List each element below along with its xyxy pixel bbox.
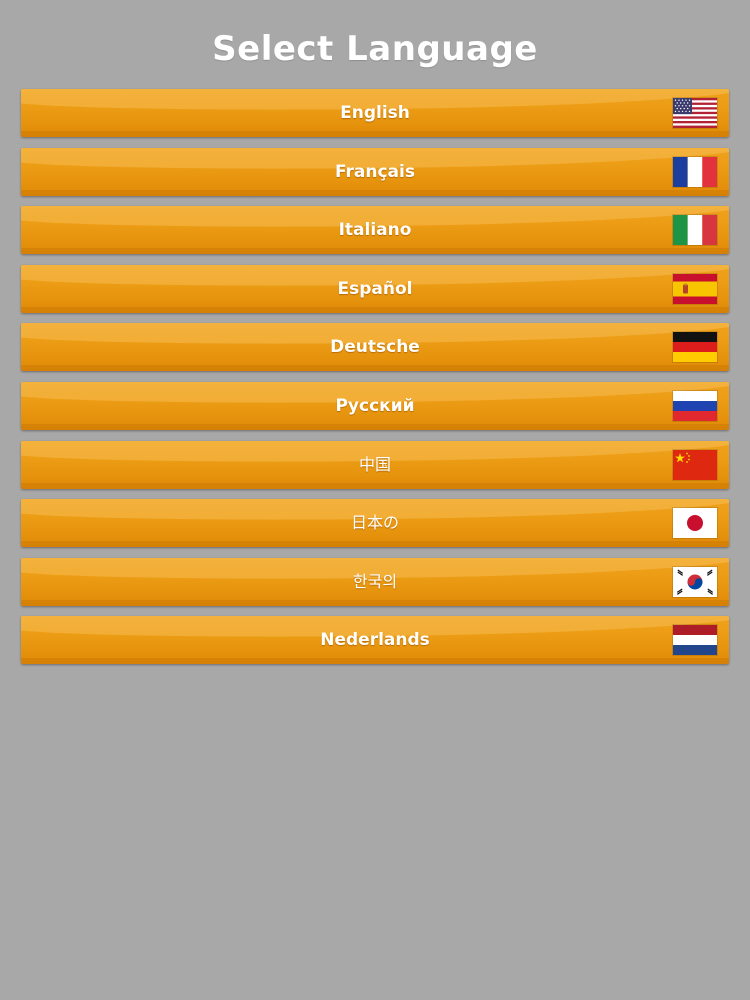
language-label: 한국의 xyxy=(352,571,398,591)
language-label: Русский xyxy=(335,395,415,416)
language-button-russian[interactable]: Русский xyxy=(21,381,729,430)
korea-flag-icon xyxy=(673,566,717,597)
language-list: English Français Italiano Español Deutsc… xyxy=(21,89,729,675)
page-title: Select Language xyxy=(212,29,538,69)
language-button-dutch[interactable]: Nederlands xyxy=(21,616,729,665)
language-label: Nederlands xyxy=(320,630,430,651)
language-label: 日本の xyxy=(350,513,399,533)
language-label: Italiano xyxy=(338,220,412,241)
france-flag-icon xyxy=(673,156,717,187)
germany-flag-icon xyxy=(673,332,717,363)
language-label: Español xyxy=(337,278,413,299)
china-flag-icon xyxy=(673,449,717,480)
language-label: Français xyxy=(335,161,415,182)
language-label: English xyxy=(340,103,410,123)
language-label: 中国 xyxy=(358,454,391,474)
language-label: Deutsche xyxy=(330,337,420,358)
language-button-english[interactable]: English xyxy=(21,89,729,137)
language-button-japanese[interactable]: 日本の xyxy=(21,499,729,548)
italy-flag-icon xyxy=(673,215,717,246)
language-button-chinese[interactable]: 中国 xyxy=(21,440,729,489)
spain-flag-icon xyxy=(673,273,717,304)
japan-flag-icon xyxy=(673,508,717,539)
language-button-korean[interactable]: 한국의 xyxy=(21,557,729,606)
russia-flag-icon xyxy=(673,390,717,421)
language-button-italian[interactable]: Italiano xyxy=(21,206,729,255)
language-button-german[interactable]: Deutsche xyxy=(21,323,729,372)
netherlands-flag-icon xyxy=(673,625,717,656)
language-button-spanish[interactable]: Español xyxy=(21,264,729,313)
us-flag-icon xyxy=(673,98,717,128)
language-button-french[interactable]: Français xyxy=(21,147,729,196)
